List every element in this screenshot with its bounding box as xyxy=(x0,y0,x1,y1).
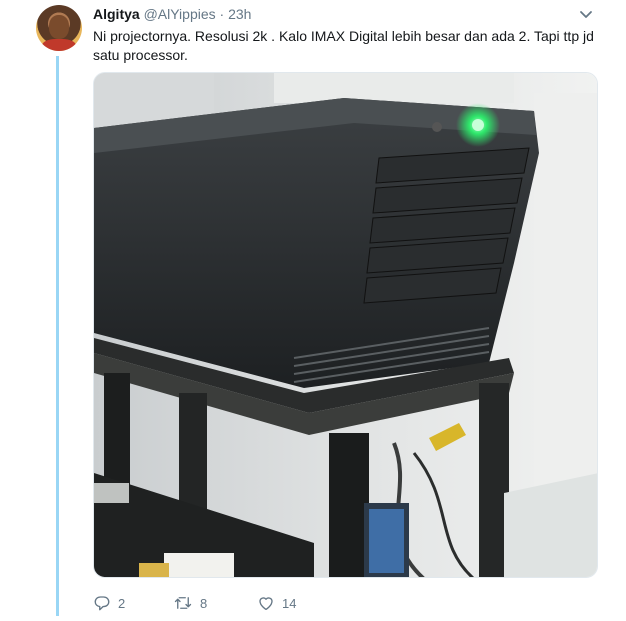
tweet-text: Ni projectornya. Resolusi 2k . Kalo IMAX… xyxy=(93,28,594,63)
heart-icon xyxy=(259,597,273,611)
author-handle[interactable]: @AlYippies xyxy=(144,6,216,22)
avatar[interactable] xyxy=(36,5,82,51)
avatar-face xyxy=(49,15,69,39)
tweet-actions: 2 8 14 xyxy=(93,592,337,614)
thread-line xyxy=(56,56,59,616)
reply-icon xyxy=(94,596,110,611)
like-count: 14 xyxy=(282,595,297,611)
retweet-button[interactable]: 8 xyxy=(173,594,257,612)
retweet-count: 8 xyxy=(200,595,208,611)
tweet-timestamp[interactable]: 23h xyxy=(228,6,251,22)
chevron-down-icon[interactable] xyxy=(579,10,593,20)
like-button[interactable]: 14 xyxy=(257,594,337,612)
retweet-icon xyxy=(174,597,192,609)
author-name[interactable]: Algitya xyxy=(93,6,140,22)
projector-photo xyxy=(94,73,597,577)
tweet-header: Algitya @AlYippies · 23h xyxy=(93,6,251,22)
reply-count: 2 xyxy=(118,595,126,611)
avatar-shirt xyxy=(42,39,76,51)
separator-dot: · xyxy=(219,6,225,22)
reply-button[interactable]: 2 xyxy=(93,594,173,612)
tweet-photo[interactable] xyxy=(93,72,598,578)
